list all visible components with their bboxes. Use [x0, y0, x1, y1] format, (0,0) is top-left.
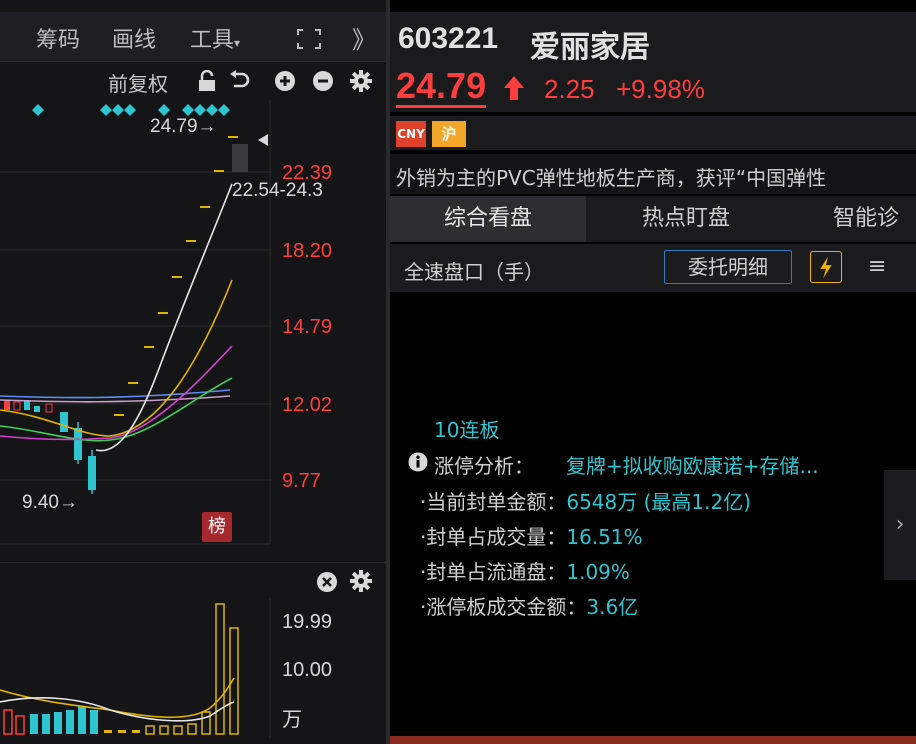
volume-label: 10.00	[282, 659, 332, 681]
chart-grid	[0, 100, 272, 545]
detail-row: ·封单占成交量：16.51%	[420, 521, 643, 550]
reason-value[interactable]: 复牌+拟收购欧康诺+存储...	[566, 450, 819, 479]
chart-toolbar: 前复权	[0, 62, 386, 100]
event-markers[interactable]	[32, 104, 230, 116]
volume-chart[interactable]: 19.99 10.00 万	[0, 598, 386, 738]
currency-tag: CNY	[396, 121, 426, 147]
tab-diagnosis[interactable]: 智能诊	[786, 196, 916, 242]
tab-chips[interactable]: 筹码	[36, 22, 80, 54]
adjust-mode-label[interactable]: 前复权	[108, 68, 168, 97]
price-label: 9.77	[282, 470, 321, 492]
detail-row: ·当前封单金额：6548万 (最高1.2亿)	[420, 486, 751, 515]
detail-value: 16.51%	[566, 525, 643, 549]
limit-up-streak: 10连板	[434, 418, 500, 442]
stock-header: 603221 爱丽家居 24.79 2.25 +9.98%	[390, 12, 916, 112]
fullscreen-icon[interactable]	[296, 28, 322, 50]
view-mode-tabs: 综合看盘 热点盯盘 智能诊	[390, 196, 916, 242]
zoom-out-icon[interactable]	[312, 70, 334, 92]
next-page-button[interactable]: ›	[884, 470, 916, 580]
current-price: 24.79	[396, 65, 487, 108]
order-detail-button[interactable]: 委托明细	[664, 250, 792, 284]
range-annotation: 22.54-24.3	[232, 180, 323, 201]
lightning-icon[interactable]	[810, 251, 842, 283]
price-label: 18.20	[282, 240, 332, 262]
order-book-header: 全速盘口（手） 委托明细 ≡	[390, 244, 916, 292]
detail-label: ·当前封单金额：	[420, 490, 567, 514]
detail-value: 1.09%	[566, 560, 630, 584]
detail-row: ·涨停板成交金额：3.6亿	[420, 591, 638, 620]
detail-label: ·封单占成交量：	[420, 525, 567, 549]
undo-icon[interactable]	[228, 70, 250, 92]
stock-code: 603221	[398, 22, 499, 55]
tab-overview[interactable]: 综合看盘	[390, 196, 586, 242]
volume-header	[0, 562, 386, 598]
tab-drawing[interactable]: 画线	[112, 22, 156, 54]
price-change-percent: +9.98%	[616, 74, 705, 104]
volume-label: 19.99	[282, 611, 332, 633]
detail-label: ·封单占流通盘：	[420, 560, 567, 584]
bottom-status-bar	[390, 736, 916, 744]
volume-unit-label: 万	[282, 709, 302, 731]
description-text: 外销为主的PVC弹性地板生产商，获评“中国弹性	[396, 166, 827, 190]
zoom-in-icon[interactable]	[274, 70, 296, 92]
low-annotation: 9.40→	[22, 492, 78, 513]
price-label: 14.79	[282, 316, 332, 338]
gear-icon[interactable]	[350, 570, 372, 592]
gear-icon[interactable]	[350, 70, 372, 92]
price-label: 12.02	[282, 394, 332, 416]
high-annotation: 24.79→	[150, 116, 217, 137]
detail-value: 3.6亿	[586, 595, 639, 619]
volume-bars	[3, 603, 239, 735]
limit-up-detail: 10连板 涨停分析： 复牌+拟收购欧康诺+存储... ·当前封单金额：6548万…	[390, 292, 916, 736]
price-change: 2.25	[544, 74, 595, 104]
chart-tabs-bar: 筹码 画线 工具▾ 》	[0, 12, 386, 62]
rank-badge[interactable]: 榜	[202, 512, 232, 542]
detail-row: ·封单占流通盘：1.09%	[420, 556, 630, 585]
candlestick-chart[interactable]: 22.39 18.20 14.79 12.02 9.77 24.79→ 22.5…	[0, 100, 386, 562]
arrow-up-icon	[504, 76, 524, 100]
tab-hot-watch[interactable]: 热点盯盘	[588, 196, 784, 242]
menu-icon[interactable]: ≡	[868, 254, 886, 279]
candles	[4, 136, 248, 494]
company-description[interactable]: 外销为主的PVC弹性地板生产商，获评“中国弹性	[390, 154, 916, 194]
info-icon[interactable]	[408, 452, 428, 472]
detail-value: 6548万 (最高1.2亿)	[566, 490, 752, 514]
current-price-marker	[258, 134, 268, 146]
stock-name: 爱丽家居	[530, 30, 650, 65]
stock-tags: CNY 沪	[390, 116, 916, 150]
market-tag: 沪	[432, 121, 466, 147]
chart-panel: 筹码 画线 工具▾ 》 前复权 22.39 18.20 14.79 12.02 …	[0, 0, 386, 744]
chevron-down-icon: ▾	[234, 36, 241, 50]
close-icon[interactable]	[316, 571, 338, 593]
order-book-label: 全速盘口（手）	[404, 260, 544, 284]
collapse-icon[interactable]: 》	[352, 20, 376, 55]
detail-label: ·涨停板成交金额：	[420, 595, 587, 619]
reason-label: 涨停分析：	[434, 454, 534, 478]
tab-tools[interactable]: 工具▾	[190, 22, 240, 54]
tab-tools-label: 工具	[190, 28, 235, 53]
quote-panel: 603221 爱丽家居 24.79 2.25 +9.98% CNY 沪 外销为主…	[390, 0, 916, 744]
lock-icon[interactable]	[196, 70, 218, 92]
